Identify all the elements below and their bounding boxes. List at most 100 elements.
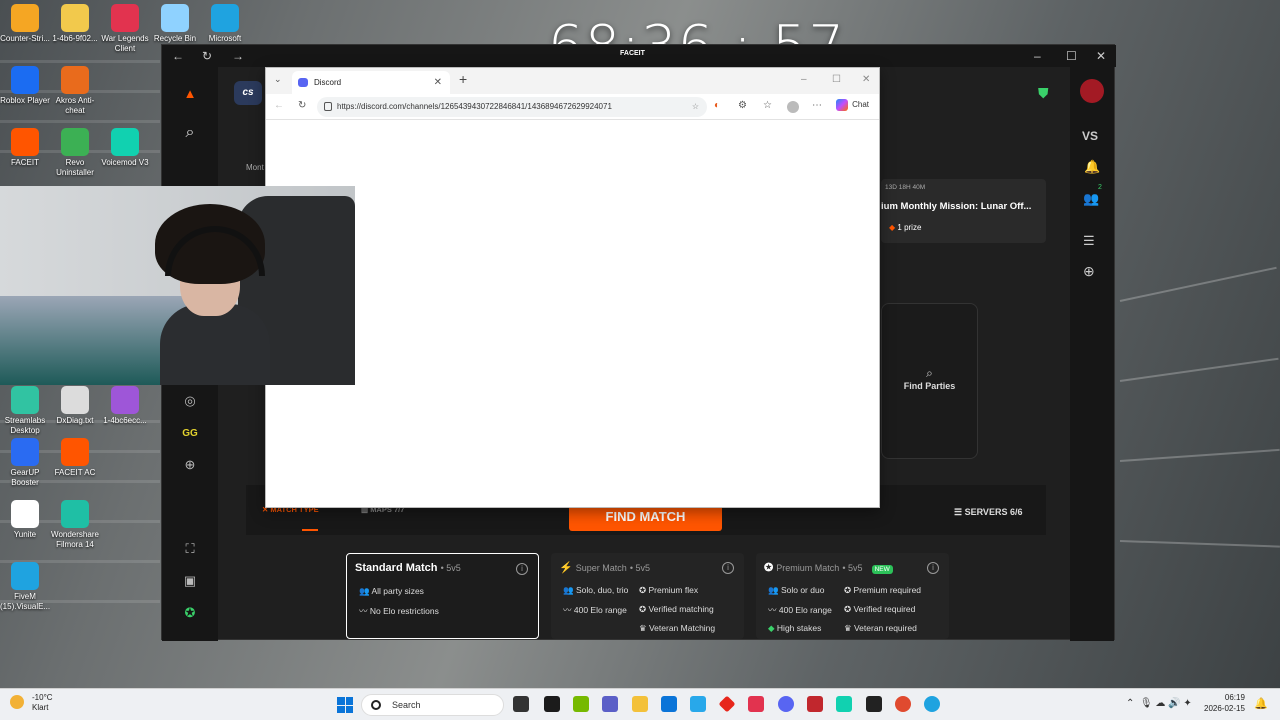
desktop-app-icon bbox=[111, 386, 139, 414]
bell-icon[interactable]: 🔔 bbox=[1084, 159, 1100, 175]
favorite-star-icon[interactable]: ☆ bbox=[692, 97, 699, 117]
voicemod-icon[interactable] bbox=[836, 696, 852, 712]
search-icon[interactable]: ⌕ bbox=[180, 123, 200, 143]
fullscreen-icon[interactable]: ⛶ bbox=[180, 539, 200, 559]
back-icon[interactable]: ← bbox=[172, 49, 184, 63]
info-icon[interactable]: i bbox=[927, 562, 939, 574]
desktop-icon[interactable]: FACEIT AC bbox=[50, 438, 100, 478]
app-icon-1[interactable] bbox=[544, 696, 560, 712]
extension-icon[interactable]: ◐ bbox=[714, 100, 720, 111]
desktop-icon[interactable]: Streamlabs Desktop bbox=[0, 386, 50, 436]
start-button[interactable] bbox=[337, 697, 353, 713]
copilot-chat-button[interactable]: Chat bbox=[836, 99, 869, 111]
desktop-icon[interactable]: War Legends Client bbox=[100, 4, 150, 54]
profile-avatar[interactable] bbox=[787, 101, 799, 113]
close-tab-icon[interactable]: ✕ bbox=[434, 71, 442, 94]
reload-icon[interactable]: ↻ bbox=[298, 100, 306, 111]
teams-icon[interactable] bbox=[602, 696, 618, 712]
party-icon[interactable]: ☰ bbox=[1083, 233, 1095, 249]
desktop-icon-label: Akros Anti-cheat bbox=[55, 96, 95, 115]
desktop-icon[interactable]: FACEIT bbox=[0, 128, 50, 168]
monthly-mission-card[interactable]: 13D 18H 40M ium Monthly Mission: Lunar O… bbox=[881, 179, 1046, 243]
desktop-icon[interactable]: 1-4b6-9f02... bbox=[50, 4, 100, 44]
desktop-icon[interactable]: Recycle Bin bbox=[150, 4, 200, 44]
close-button[interactable]: ✕ bbox=[1096, 49, 1106, 63]
cs-badge[interactable]: cs bbox=[234, 81, 262, 105]
desktop-icon[interactable]: Voicemod V3 bbox=[100, 128, 150, 168]
desktop-app-icon bbox=[11, 66, 39, 94]
discord-icon[interactable] bbox=[778, 696, 794, 712]
info-icon[interactable]: i bbox=[516, 563, 528, 575]
premium-match-card[interactable]: ✪ Premium Match • 5v5 NEW i 👥 Solo or du… bbox=[756, 553, 949, 639]
faceit-icon[interactable] bbox=[866, 696, 882, 712]
weather-widget[interactable]: -10°C Klart bbox=[10, 693, 53, 713]
chrome-icon[interactable] bbox=[895, 696, 911, 712]
verified-icon[interactable]: ✪ bbox=[180, 603, 200, 623]
desktop-icon[interactable]: DxDiag.txt bbox=[50, 386, 100, 426]
new-tab-button[interactable]: + bbox=[459, 71, 467, 87]
gg-icon[interactable]: GG bbox=[180, 423, 200, 443]
reload-icon[interactable]: ↻ bbox=[202, 49, 212, 63]
tab-actions-icon[interactable]: ⌄ bbox=[274, 74, 282, 85]
desktop-icon[interactable]: Counter-Stri... bbox=[0, 4, 50, 44]
desktop-icon-label: Revo Uninstaller bbox=[56, 158, 94, 177]
back-icon[interactable]: ← bbox=[274, 100, 284, 111]
file-explorer-icon[interactable] bbox=[632, 696, 648, 712]
clubs-icon[interactable]: ◎ bbox=[180, 391, 200, 411]
extensions-icon[interactable]: ⚙ bbox=[738, 100, 747, 111]
close-button[interactable]: ✕ bbox=[862, 74, 870, 85]
app-icon-3[interactable] bbox=[718, 695, 736, 713]
desktop-icon[interactable]: Yunite bbox=[0, 500, 50, 540]
maximize-button[interactable]: ☐ bbox=[1066, 49, 1077, 63]
desktop-icon[interactable]: Roblox Player bbox=[0, 66, 50, 106]
browser-window: ⌄ Discord ✕ + – ☐ ✕ ← ↻ https://discord.… bbox=[265, 67, 880, 508]
info-icon[interactable]: i bbox=[722, 562, 734, 574]
desktop-icon[interactable]: Revo Uninstaller bbox=[50, 128, 100, 178]
desktop-app-icon bbox=[111, 4, 139, 32]
app-icon-2[interactable] bbox=[690, 696, 706, 712]
friends-icon[interactable]: 👥 bbox=[1083, 191, 1099, 207]
find-parties-card[interactable]: ⌕ Find Parties bbox=[881, 303, 978, 459]
browser-tabstrip: ⌄ Discord ✕ + – ☐ ✕ bbox=[266, 68, 879, 94]
desktop-icon[interactable]: Wondershare Filmora 14 bbox=[50, 500, 100, 550]
app-icon-4[interactable] bbox=[748, 696, 764, 712]
plus-icon[interactable]: ⊕ bbox=[180, 455, 200, 475]
servers-button[interactable]: ☰ SERVERS 6/6 bbox=[954, 507, 1022, 518]
faceit-ac-icon[interactable] bbox=[807, 696, 823, 712]
card-feature: ✪ Premium required bbox=[844, 585, 922, 595]
favorites-icon[interactable]: ☆ bbox=[763, 100, 772, 111]
task-view-icon[interactable] bbox=[513, 696, 529, 712]
card-title: ⚡ Super Match • 5v5 bbox=[559, 562, 651, 574]
minimize-button[interactable]: – bbox=[1034, 49, 1041, 63]
desktop-icon[interactable]: GearUP Booster bbox=[0, 438, 50, 488]
standard-match-card[interactable]: Standard Match • 5v5 i 👥 All party sizes… bbox=[346, 553, 539, 639]
desktop-icon[interactable]: Akros Anti-cheat bbox=[50, 66, 100, 116]
more-icon[interactable]: ⋯ bbox=[812, 100, 822, 111]
edge-icon[interactable] bbox=[924, 696, 940, 712]
faceit-logo-icon[interactable]: ▲ bbox=[180, 83, 200, 103]
super-match-card[interactable]: ⚡ Super Match • 5v5 i 👥 Solo, duo, trio … bbox=[551, 553, 744, 639]
nvidia-icon[interactable] bbox=[573, 696, 589, 712]
notifications-icon[interactable]: 🔔 bbox=[1254, 697, 1268, 710]
store-icon[interactable] bbox=[661, 696, 677, 712]
tab-discord[interactable]: Discord ✕ bbox=[292, 71, 450, 94]
taskbar-search[interactable]: Search bbox=[361, 694, 504, 716]
shop-icon[interactable]: ▣ bbox=[180, 571, 200, 591]
maximize-button[interactable]: ☐ bbox=[832, 74, 841, 85]
add-icon[interactable]: ⊕ bbox=[1083, 263, 1095, 280]
avatar[interactable] bbox=[1080, 79, 1104, 103]
find-parties-label: Find Parties bbox=[903, 381, 956, 391]
system-tray[interactable]: ⌃ 🎙 ☁ 🔊 ✦ bbox=[1126, 698, 1192, 709]
clock[interactable]: 06:19 2026-02-15 bbox=[1204, 692, 1245, 714]
desktop-app-icon bbox=[61, 386, 89, 414]
desktop-icon[interactable]: Microsoft bbox=[200, 4, 250, 44]
card-feature: 〰 400 Elo range bbox=[768, 605, 832, 615]
forward-icon[interactable]: → bbox=[232, 49, 244, 63]
card-feature: 👥 Solo, duo, trio bbox=[563, 585, 629, 595]
desktop-icon[interactable]: 1-4bc6ecc... bbox=[100, 386, 150, 426]
minimize-button[interactable]: – bbox=[801, 74, 807, 85]
lock-icon bbox=[324, 102, 332, 111]
address-bar[interactable]: https://discord.com/channels/12654394307… bbox=[317, 97, 707, 117]
desktop-icon[interactable]: FiveM (15).VisualE... bbox=[0, 562, 50, 612]
vs-label[interactable]: VS bbox=[1082, 129, 1098, 143]
